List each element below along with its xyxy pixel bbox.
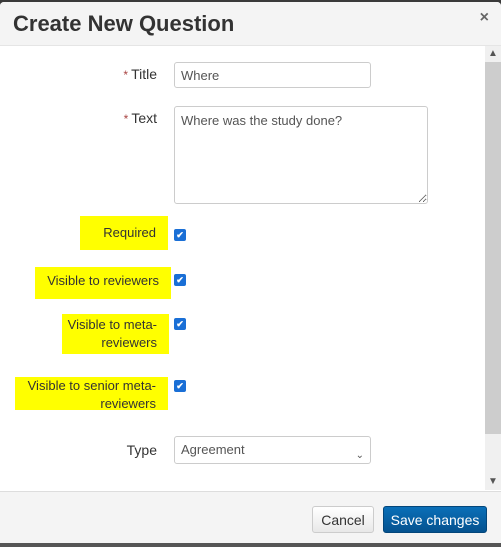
label-line: Visible to senior meta- (27, 378, 156, 393)
visible-to-senior-meta-reviewers-label: Visible to senior meta- reviewers (15, 377, 168, 411)
create-question-modal: Create New Question × *Title *Text Where… (0, 2, 501, 543)
cancel-button[interactable]: Cancel (312, 506, 374, 533)
visible-to-senior-meta-reviewers-checkbox[interactable]: ✔ (174, 380, 186, 392)
label-line: Visible to meta- (67, 317, 157, 332)
chevron-down-icon: ⌄ (355, 450, 364, 461)
type-select-value: Agreement (181, 442, 245, 457)
visible-to-reviewers-checkbox[interactable]: ✔ (174, 274, 186, 286)
required-checkbox[interactable]: ✔ (174, 229, 186, 241)
label-line: reviewers (100, 396, 156, 411)
title-label-text: Title (131, 66, 157, 82)
text-label: * Text (100, 110, 157, 126)
visible-to-reviewers-label: Visible to reviewers (35, 267, 171, 299)
title-label: * Title (100, 66, 157, 82)
text-textarea[interactable]: Where was the study done? (174, 106, 428, 204)
vertical-scrollbar[interactable]: ▲ ▼ (485, 46, 501, 490)
save-changes-button[interactable]: Save changes (383, 506, 487, 533)
visible-to-meta-reviewers-label: Visible to meta- reviewers (62, 314, 169, 354)
visible-to-meta-reviewers-checkbox[interactable]: ✔ (174, 318, 186, 330)
modal-title: Create New Question (13, 11, 235, 36)
type-select[interactable]: Agreement ⌄ (174, 436, 371, 464)
scroll-thumb[interactable] (485, 62, 501, 434)
text-label-text: Text (131, 110, 157, 126)
close-icon[interactable]: × (480, 10, 489, 26)
required-label: Required (80, 216, 168, 250)
label-line: reviewers (101, 335, 157, 350)
scroll-up-icon[interactable]: ▲ (485, 46, 501, 62)
modal-body: *Title *Text Where was the study done? R… (0, 46, 485, 490)
title-input[interactable] (174, 62, 371, 88)
type-label: Type (126, 442, 157, 458)
required-star: * (123, 68, 129, 82)
required-star: * (123, 112, 129, 126)
modal-header: Create New Question × (0, 2, 501, 46)
scroll-down-icon[interactable]: ▼ (485, 474, 501, 490)
modal-footer: Cancel Save changes (0, 491, 501, 543)
